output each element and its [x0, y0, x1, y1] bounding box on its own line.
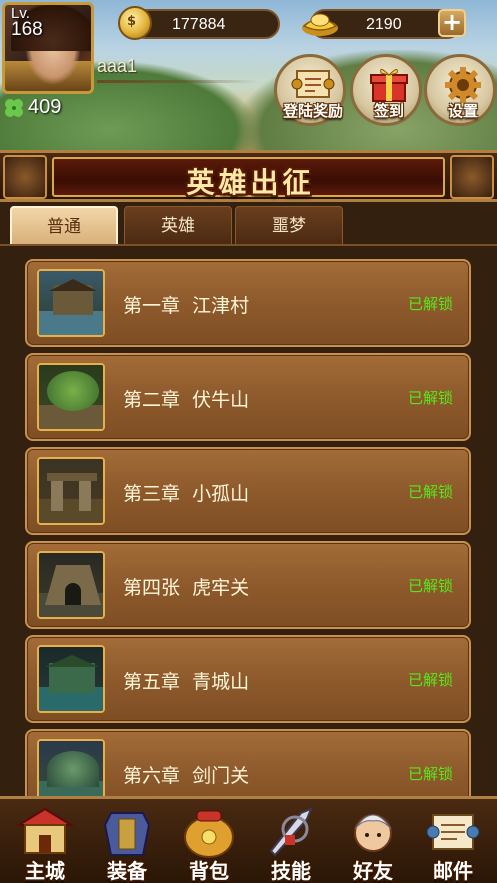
bottom-nav: 主城 装备 背包 技能 好友 邮件 [0, 796, 497, 883]
nav-friends[interactable]: 好友 [334, 803, 412, 883]
tab-nightmare[interactable]: 噩梦 [235, 206, 343, 246]
login-reward-button[interactable]: 登陆奖励 [274, 54, 346, 126]
nav-mail[interactable]: 邮件 [414, 803, 492, 883]
gold-amount: 2190 [366, 16, 402, 33]
nav-equipment[interactable]: 装备 [88, 803, 166, 883]
nav-label: 主城 [25, 859, 65, 883]
ruins-thumbnail-icon [37, 457, 105, 525]
thumbnail-ground [39, 499, 103, 523]
chapter-status: 已解锁 [407, 483, 453, 501]
coin-counter: 177884 [130, 9, 280, 39]
tab-divider [0, 244, 497, 246]
chapter-status: 已解锁 [407, 389, 453, 407]
player-name: aaa1 [97, 56, 138, 76]
nav-label: 技能 [271, 859, 311, 883]
mountain-tree-thumbnail-icon [37, 363, 105, 431]
sign-in-button[interactable]: 签到 [350, 54, 422, 126]
thumbnail-pillar [51, 481, 63, 511]
top-header: 177884 $ 2190 + 登陆奖励 签到 设置 aaa1 409 Lv. … [0, 0, 497, 160]
thumbnail-tree [47, 371, 99, 411]
gift-box-icon [370, 69, 408, 102]
name-divider [97, 80, 257, 83]
castle-icon [15, 807, 75, 854]
chapter-item[interactable]: 第四张 虎牢关 已解锁 [25, 541, 471, 629]
player-avatar[interactable]: Lv. 168 [2, 2, 94, 94]
clover-icon [5, 99, 23, 117]
page-title: 英雄出征 [186, 166, 315, 199]
thumbnail-gate [65, 583, 81, 605]
chapter-item[interactable]: 第五章 青城山 已解锁 [25, 635, 471, 723]
add-gold-button[interactable]: + [438, 9, 466, 37]
coin-icon: $ [118, 6, 152, 40]
tab-hero[interactable]: 英雄 [124, 206, 232, 246]
banner-ornament-left [3, 155, 47, 199]
nav-backpack[interactable]: 背包 [170, 803, 248, 883]
armor-icon [103, 812, 151, 856]
chapter-title: 第三章 小孤山 [123, 483, 250, 505]
chapter-title: 第一章 江津村 [123, 295, 250, 317]
thumbnail-pillar [79, 477, 91, 511]
settings-label: 设置 [447, 102, 478, 120]
nav-label: 好友 [353, 859, 393, 883]
nav-skills[interactable]: 技能 [252, 803, 330, 883]
thumbnail-hill [47, 751, 99, 787]
banner-plaque: 英雄出征 [52, 157, 445, 199]
chapter-status: 已解锁 [407, 295, 453, 313]
friend-icon [354, 814, 392, 852]
chapter-item[interactable]: 第二章 伏牛山 已解锁 [25, 353, 471, 441]
chapter-status: 已解锁 [407, 577, 453, 595]
nav-label: 邮件 [433, 859, 473, 883]
nav-label: 背包 [189, 859, 229, 883]
coin-amount: 177884 [172, 16, 226, 33]
banner-ornament-right [450, 155, 494, 199]
chapter-title: 第二章 伏牛山 [123, 389, 250, 411]
tab-normal[interactable]: 普通 [10, 206, 118, 246]
settings-button[interactable]: 设置 [424, 54, 496, 126]
sword-skill-icon [269, 807, 313, 857]
difficulty-tabs: 普通 英雄 噩梦 [6, 206, 491, 248]
level-value: 168 [11, 19, 43, 40]
stamina-value: 409 [28, 96, 62, 118]
nav-main-city[interactable]: 主城 [6, 803, 84, 883]
chapter-title: 第六章 剑门关 [123, 765, 250, 787]
title-banner: 英雄出征 [0, 150, 497, 202]
chapter-item[interactable]: 第三章 小孤山 已解锁 [25, 447, 471, 535]
green-temple-thumbnail-icon [37, 645, 105, 713]
login-reward-label: 登陆奖励 [282, 102, 343, 120]
mail-scroll-icon [426, 814, 480, 850]
chapter-title: 第五章 青城山 [123, 671, 250, 693]
thumbnail-beam [47, 473, 97, 481]
nav-label: 装备 [107, 859, 147, 883]
gold-ingot-icon [302, 13, 338, 36]
chapter-title: 第四张 虎牢关 [123, 577, 250, 599]
chapter-status: 已解锁 [407, 765, 453, 783]
scroll-icon [291, 70, 335, 98]
chapter-item[interactable]: 第一章 江津村 已解锁 [25, 259, 471, 347]
thumbnail-temple [49, 663, 95, 693]
bag-icon [184, 810, 234, 858]
content-panel: 普通 英雄 噩梦 第一章 江津村 已解锁 第二章 伏牛山 已解锁 第三章 小孤山… [0, 202, 497, 817]
chapter-status: 已解锁 [407, 671, 453, 689]
village-thumbnail-icon [37, 269, 105, 337]
fortress-gate-thumbnail-icon [37, 551, 105, 619]
gear-icon [445, 67, 481, 103]
sign-in-label: 签到 [373, 102, 404, 120]
